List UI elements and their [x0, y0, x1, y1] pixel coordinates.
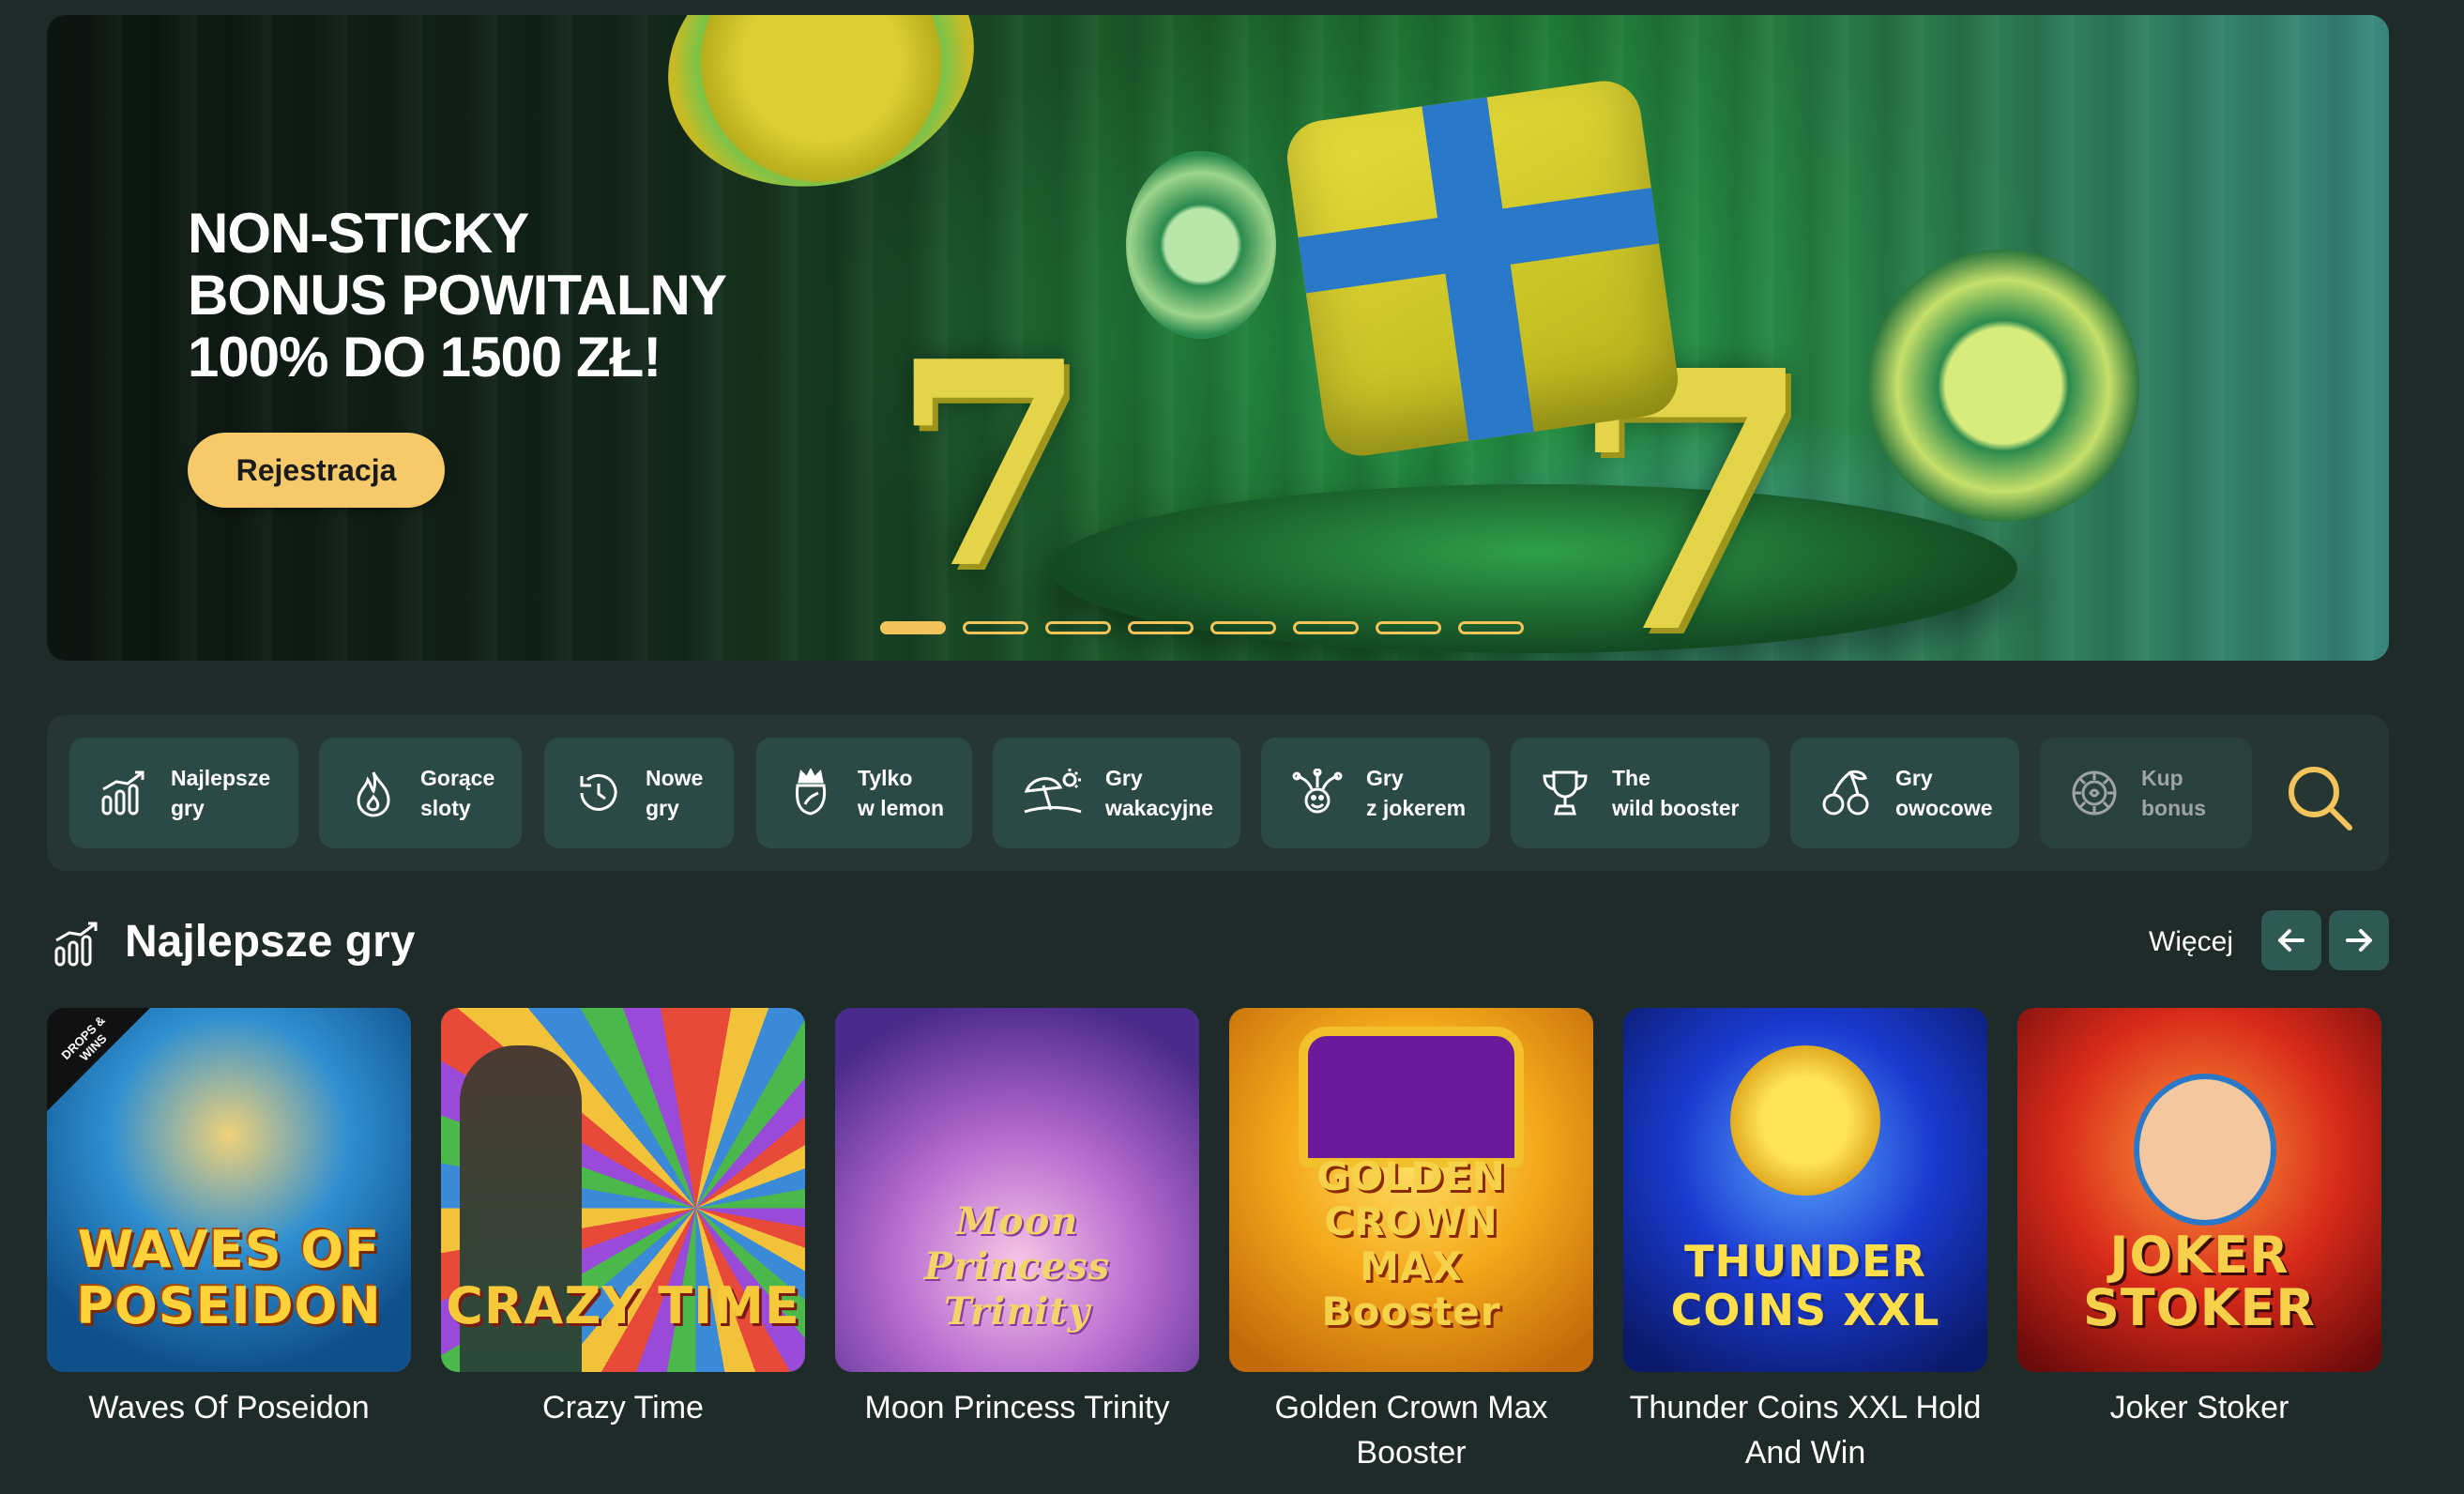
crown-graphic	[1299, 1027, 1524, 1167]
next-button[interactable]	[2329, 910, 2389, 970]
hero-banner[interactable]: 7 7 NON-STICKY BONUS POWITALNY 100% DO 1…	[47, 15, 2389, 661]
flame-icon	[357, 771, 390, 817]
game-title: Golden Crown Max Booster	[1274, 1390, 1548, 1471]
game-title: Joker Stoker	[2109, 1390, 2289, 1425]
category-label: The wild booster	[1612, 766, 1740, 820]
seven-symbol-left: 7	[891, 299, 1088, 631]
game-thumbnail[interactable]: DROPS & WINS WAVES OF POSEIDON	[47, 1008, 411, 1372]
game-title: Crazy Time	[542, 1390, 704, 1425]
category-label: Gry wakacyjne	[1105, 766, 1214, 820]
gift-box	[1282, 76, 1683, 461]
category-label: Najlepsze gry	[171, 766, 271, 820]
beach-sun-icon	[1024, 769, 1082, 814]
category-label: Tylko w lemon	[858, 766, 945, 820]
clock-icon	[580, 773, 617, 811]
carousel-dot-7[interactable]	[1376, 621, 1441, 634]
game-thumbnail[interactable]: CRAZY TIME	[441, 1008, 805, 1372]
hero-title-line-2: BONUS POWITALNY	[188, 264, 727, 327]
game-card-thunder-coins-xxl[interactable]: THUNDER COINS XXL Thunder Coins XXL Hold…	[1623, 1008, 1987, 1475]
game-logo: Moon Princess Trinity	[923, 1199, 1111, 1334]
carousel-dot-4[interactable]	[1128, 621, 1194, 634]
section-title: Najlepsze gry	[125, 917, 416, 967]
casino-chip-left	[1126, 151, 1276, 339]
arrow-left-icon	[2278, 929, 2304, 952]
joker-face	[2134, 1074, 2276, 1226]
category-gry-z-jokerem[interactable]: Gry z jokerem	[1261, 738, 1490, 848]
category-label: Gorące sloty	[420, 766, 495, 820]
category-kup-bonus[interactable]: Kup bonus	[2040, 738, 2252, 848]
arrow-right-icon	[2346, 929, 2372, 952]
category-bar: Najlepsze gry Gorące sloty Nowe gry Tylk…	[47, 715, 2389, 871]
prev-button[interactable]	[2261, 910, 2321, 970]
hero-title-line-3: 100% DO 1500 ZŁ!	[188, 326, 662, 389]
hero-title-line-1: NON-STICKY	[188, 202, 529, 265]
game-thumbnail[interactable]: Moon Princess Trinity	[835, 1008, 1199, 1372]
game-title: Thunder Coins XXL Hold And Win	[1629, 1390, 1982, 1471]
category-gorace-sloty[interactable]: Gorące sloty	[319, 738, 522, 848]
carousel-dot-3[interactable]	[1045, 621, 1111, 634]
category-label: Gry z jokerem	[1366, 766, 1467, 820]
carousel-dot-5[interactable]	[1210, 621, 1276, 634]
game-logo: THUNDER COINS XXL	[1670, 1236, 1940, 1335]
game-logo: JOKER STOKER	[2083, 1226, 2316, 1337]
category-the-wild-booster[interactable]: The wild booster	[1511, 738, 1770, 848]
game-title: Waves Of Poseidon	[88, 1390, 370, 1425]
game-card-crazy-time[interactable]: CRAZY TIME Crazy Time	[441, 1008, 805, 1430]
coin-graphic	[1730, 1045, 1880, 1196]
chart-bars-icon	[101, 770, 144, 816]
category-label: Nowe gry	[646, 766, 704, 820]
more-link[interactable]: Więcej	[2149, 923, 2233, 961]
chip-icon	[2072, 770, 2117, 816]
game-card-moon-princess-trinity[interactable]: Moon Princess Trinity Moon Princess Trin…	[835, 1008, 1199, 1430]
carousel-dot-6[interactable]	[1293, 621, 1359, 634]
cherries-icon	[1822, 770, 1869, 816]
game-card-joker-stoker[interactable]: JOKER STOKER Joker Stoker	[2017, 1008, 2381, 1430]
hero-title: NON-STICKY BONUS POWITALNY 100% DO 1500 …	[188, 202, 727, 389]
game-logo: CRAZY TIME	[446, 1276, 800, 1335]
carousel-dot-1[interactable]	[880, 621, 946, 634]
game-logo: GOLDEN CROWN MAX Booster	[1316, 1153, 1506, 1334]
category-label: Kup bonus	[2141, 766, 2206, 820]
crown-lemon-icon	[796, 769, 827, 816]
trophy-icon	[1543, 770, 1588, 816]
category-label: Gry owocowe	[1895, 766, 1993, 820]
casino-chip-right	[1867, 250, 2139, 522]
game-title: Moon Princess Trinity	[864, 1390, 1170, 1425]
game-thumbnail[interactable]: THUNDER COINS XXL	[1623, 1008, 1987, 1372]
register-button[interactable]: Rejestracja	[188, 433, 445, 508]
carousel-dot-8[interactable]	[1458, 621, 1524, 634]
category-gry-wakacyjne[interactable]: Gry wakacyjne	[993, 738, 1240, 848]
category-tylko-w-lemon[interactable]: Tylko w lemon	[756, 738, 972, 848]
game-card-waves-of-poseidon[interactable]: DROPS & WINS WAVES OF POSEIDON Waves Of …	[47, 1008, 411, 1430]
carousel-dots	[880, 621, 1524, 634]
category-najlepsze-gry[interactable]: Najlepsze gry	[69, 738, 298, 848]
game-card-golden-crown-max-booster[interactable]: GOLDEN CROWN MAX Booster Golden Crown Ma…	[1229, 1008, 1593, 1475]
jester-icon	[1292, 769, 1343, 814]
category-nowe-gry[interactable]: Nowe gry	[544, 738, 734, 848]
game-logo: WAVES OF POSEIDON	[76, 1220, 382, 1335]
chart-bars-icon	[54, 922, 98, 967]
game-thumbnail[interactable]: JOKER STOKER	[2017, 1008, 2381, 1372]
game-thumbnail[interactable]: GOLDEN CROWN MAX Booster	[1229, 1008, 1593, 1372]
search-icon[interactable]	[2284, 762, 2355, 833]
category-gry-owocowe[interactable]: Gry owocowe	[1790, 738, 2019, 848]
carousel-dot-2[interactable]	[963, 621, 1028, 634]
